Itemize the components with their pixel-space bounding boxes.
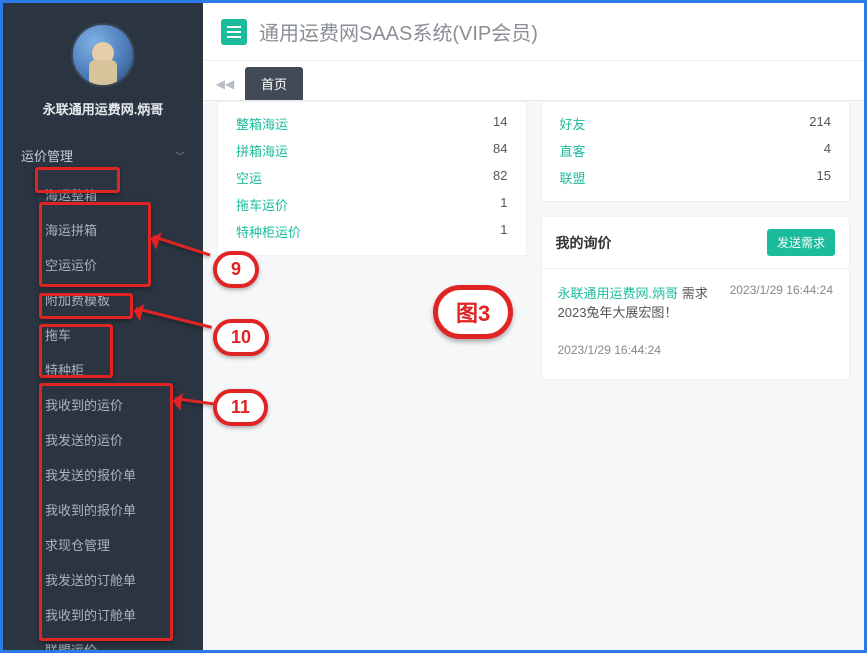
sidebar-item-sent-rate[interactable]: 我发送的运价: [3, 422, 203, 457]
hamburger-icon[interactable]: [221, 19, 247, 45]
inquiry-ask: 需求: [682, 286, 708, 301]
rate-label[interactable]: 拼箱海运: [236, 141, 288, 160]
inquiry-timestamp: 2023/1/29 16:44:24: [558, 343, 834, 357]
sidebar-item-recv-rate[interactable]: 我收到的运价: [3, 387, 203, 422]
list-item: 好友 214: [542, 110, 850, 137]
sidebar-item-sent-book[interactable]: 我发送的订舱单: [3, 562, 203, 597]
inquiry-user[interactable]: 永联通用运费网.炳哥: [558, 286, 679, 301]
submenu: 海运整箱 海运拼箱 空运运价 附加费模板 拖车 特种柜 我收到的运价 我发送的运…: [3, 177, 203, 650]
sidebar-item-trailer[interactable]: 拖车: [3, 317, 203, 352]
sidebar: 永联通用运费网.炳哥 运价管理 ﹀ 海运整箱 海运拼箱 空运运价 附加费模板 拖…: [3, 3, 203, 650]
send-request-button[interactable]: 发送需求: [767, 229, 835, 256]
sidebar-item-recv-quote[interactable]: 我收到的报价单: [3, 492, 203, 527]
profile: 永联通用运费网.炳哥: [3, 15, 203, 134]
contact-label[interactable]: 联盟: [560, 168, 586, 187]
sidebar-item-recv-book[interactable]: 我收到的订舱单: [3, 597, 203, 632]
rate-value: 14: [493, 114, 507, 133]
sidebar-item-alliance[interactable]: 联盟运价: [3, 632, 203, 650]
inquiry-text: 永联通用运费网.炳哥 需求 2023兔年大展宏图！: [558, 283, 708, 321]
list-item: 整箱海运 14: [218, 110, 526, 137]
tabbar: ◀◀ 首页: [203, 61, 864, 101]
chevron-down-icon: ﹀: [175, 148, 185, 163]
list-item: 直客 4: [542, 137, 850, 164]
rate-label[interactable]: 整箱海运: [236, 114, 288, 133]
contact-value: 15: [817, 168, 831, 187]
col-left: 整箱海运 14 拼箱海运 84 空运 82 拖车运价 1: [217, 101, 527, 644]
rate-value: 82: [493, 168, 507, 187]
inquiry-msg: 2023兔年大展宏图！: [558, 305, 678, 320]
sidebar-item-lcl[interactable]: 海运拼箱: [3, 212, 203, 247]
list-item: 拼箱海运 84: [218, 137, 526, 164]
sidebar-item-air[interactable]: 空运运价: [3, 247, 203, 282]
header: 通用运费网SAAS系统(VIP会员): [203, 3, 864, 61]
panel-rates: 整箱海运 14 拼箱海运 84 空运 82 拖车运价 1: [217, 101, 527, 256]
content: 整箱海运 14 拼箱海运 84 空运 82 拖车运价 1: [203, 101, 864, 650]
sidebar-item-warehouse[interactable]: 求现仓管理: [3, 527, 203, 562]
contact-value: 4: [824, 141, 831, 160]
list-item: 空运 82: [218, 164, 526, 191]
main: 通用运费网SAAS系统(VIP会员) ◀◀ 首页 整箱海运 14 拼箱海运 84: [203, 3, 864, 650]
col-right: 好友 214 直客 4 联盟 15 我的询价 发送需求: [541, 101, 851, 644]
rate-value: 1: [500, 222, 507, 241]
contact-value: 214: [809, 114, 831, 133]
tab-home[interactable]: 首页: [245, 67, 303, 100]
sidebar-item-fcl[interactable]: 海运整箱: [3, 177, 203, 212]
inquiry-timestamp: 2023/1/29 16:44:24: [730, 283, 833, 297]
menu-section-pricing[interactable]: 运价管理 ﹀: [3, 134, 203, 177]
inquiry-body: 永联通用运费网.炳哥 需求 2023兔年大展宏图！ 2023/1/29 16:4…: [542, 269, 850, 379]
list-item: 拖车运价 1: [218, 191, 526, 218]
contact-label[interactable]: 好友: [560, 114, 586, 133]
sidebar-item-sent-quote[interactable]: 我发送的报价单: [3, 457, 203, 492]
list-item: 联盟 15: [542, 164, 850, 191]
sidebar-item-special[interactable]: 特种柜: [3, 352, 203, 387]
page-title: 通用运费网SAAS系统(VIP会员): [259, 17, 538, 46]
username: 永联通用运费网.炳哥: [3, 95, 203, 128]
panel-inquiry: 我的询价 发送需求 永联通用运费网.炳哥 需求 2023兔年大展宏图！ 2023…: [541, 216, 851, 380]
sidebar-item-surcharge[interactable]: 附加费模板: [3, 282, 203, 317]
menu-section-label: 运价管理: [21, 146, 73, 165]
panel-header: 我的询价 发送需求: [542, 217, 850, 269]
rate-value: 1: [500, 195, 507, 214]
rate-label[interactable]: 拖车运价: [236, 195, 288, 214]
tab-prev-icon[interactable]: ◀◀: [215, 72, 235, 96]
rate-label[interactable]: 特种柜运价: [236, 222, 301, 241]
rate-label[interactable]: 空运: [236, 168, 262, 187]
contact-label[interactable]: 直客: [560, 141, 586, 160]
inquiry-row: 永联通用运费网.炳哥 需求 2023兔年大展宏图！ 2023/1/29 16:4…: [558, 283, 834, 321]
list-item: 特种柜运价 1: [218, 218, 526, 245]
panel-title: 我的询价: [556, 233, 612, 253]
avatar[interactable]: [71, 23, 135, 87]
rate-value: 84: [493, 141, 507, 160]
panel-contacts: 好友 214 直客 4 联盟 15: [541, 101, 851, 202]
